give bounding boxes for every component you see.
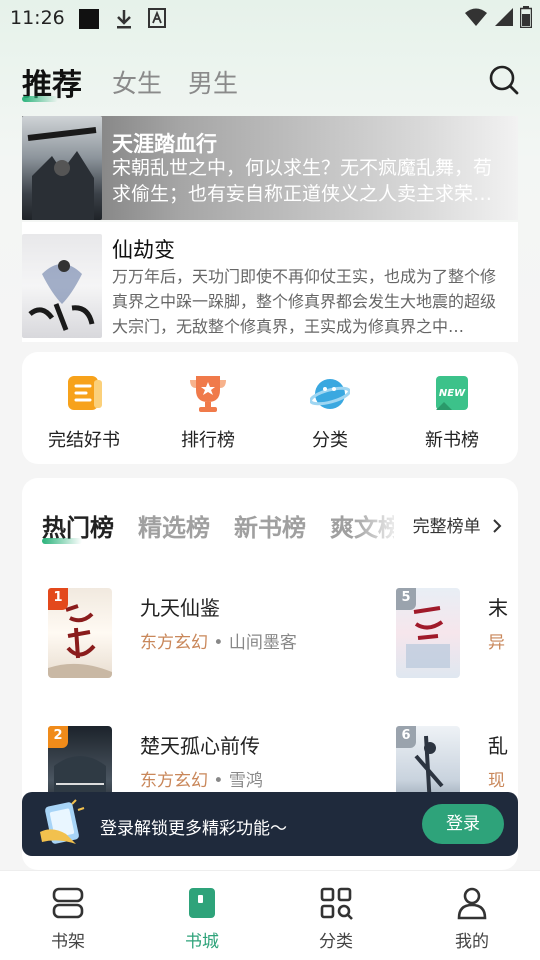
trophy-icon (188, 374, 228, 414)
book-cover (22, 116, 102, 220)
bottom-navigation: 书架 书城 分类 我的 (0, 870, 540, 960)
quick-link-label: 排行榜 (181, 430, 235, 451)
book-meta: 异 (488, 628, 505, 653)
active-tab-indicator (22, 96, 58, 102)
book-genre: 现 (488, 771, 505, 791)
profile-icon (454, 885, 490, 921)
ranking-book[interactable]: 1 九天仙鉴 东方玄幻 • 山间墨客 (48, 588, 348, 678)
login-banner: 登录解锁更多精彩功能～ 登录 (22, 792, 518, 856)
book-title: 乱 (488, 734, 508, 758)
chevron-right-icon (493, 519, 502, 533)
quick-link-label: 分类 (312, 430, 348, 451)
rank-tab-selected[interactable]: 精选榜 (138, 508, 210, 543)
tab-female[interactable]: 女生 (112, 64, 162, 100)
book-title: 天涯踏血行 (112, 132, 217, 156)
book-title: 楚天孤心前传 (140, 734, 260, 758)
quick-link-new-books[interactable]: NEW 新书榜 (392, 374, 512, 452)
book-description: 宋朝乱世之中，何以求生？无不疯魔乱舞，苟求偷生；也有妄自称正道侠义之人卖主求荣… (112, 157, 493, 205)
nav-label: 分类 (319, 932, 353, 952)
nav-category[interactable]: 分类 (296, 885, 376, 952)
cell-signal-icon (494, 7, 514, 31)
book-meta: 现 (488, 766, 505, 791)
rank-badge: 2 (48, 726, 68, 748)
nav-label: 书架 (51, 932, 85, 952)
book-cover (22, 234, 102, 338)
book-genre: 东方玄幻 (140, 633, 208, 653)
book-title: 仙劫变 (112, 238, 175, 262)
book-description: 万万年后，天功门即使不再仰仗王实，也成为了整个修真界之中跺一跺脚，整个修真界都会… (112, 267, 497, 336)
nav-bookshelf[interactable]: 书架 (28, 885, 108, 952)
search-icon (489, 65, 519, 95)
rank-badge: 1 (48, 588, 68, 610)
quick-link-label: 完结好书 (48, 430, 120, 451)
meta-separator: • (213, 633, 224, 653)
quick-link-ranking[interactable]: 排行榜 (148, 374, 268, 452)
new-badge-icon: NEW (432, 374, 472, 414)
status-bar: 11:26 (0, 0, 540, 36)
login-banner-text: 登录解锁更多精彩功能～ (100, 819, 287, 839)
bookshelf-icon (50, 885, 86, 921)
bookstore-icon (184, 885, 220, 921)
rank-badge: 5 (396, 588, 416, 610)
book-meta: 东方玄幻 • 雪鸿 (140, 766, 263, 791)
meta-separator: • (213, 771, 224, 791)
category-grid-icon (318, 885, 354, 921)
featured-book-card[interactable]: 天涯踏血行 宋朝乱世之中，何以求生？无不疯魔乱舞，苟求偷生；也有妄自称正道侠义之… (22, 116, 518, 220)
quick-link-label: 新书榜 (425, 430, 479, 451)
book-tablet-icon (36, 798, 88, 850)
download-icon (114, 8, 134, 34)
nav-profile[interactable]: 我的 (432, 885, 512, 952)
quick-link-finished[interactable]: 完结好书 (24, 374, 144, 452)
wifi-icon (464, 7, 488, 31)
quick-links-card: 完结好书 排行榜 分类 NEW 新书榜 (22, 352, 518, 464)
book-genre: 异 (488, 633, 505, 653)
book-genre: 东方玄幻 (140, 771, 208, 791)
finished-books-icon (64, 374, 104, 414)
ranking-book[interactable]: 5 末 异 (396, 588, 518, 678)
status-time: 11:26 (10, 7, 65, 29)
new-badge-text: NEW (439, 388, 466, 399)
full-list-link[interactable]: 完整榜单 (413, 512, 502, 537)
book-title: 末 (488, 596, 508, 620)
tab-male[interactable]: 男生 (188, 64, 238, 100)
active-rank-tab-indicator (42, 538, 82, 544)
planet-icon (309, 374, 351, 414)
quick-link-category[interactable]: 分类 (270, 374, 390, 452)
battery-icon (519, 6, 533, 32)
full-list-label: 完整榜单 (412, 517, 481, 537)
top-navigation: 推荐 女生 男生 (0, 56, 540, 106)
search-button[interactable] (488, 64, 520, 96)
rank-tab-new[interactable]: 新书榜 (234, 508, 306, 543)
login-button[interactable]: 登录 (422, 804, 504, 844)
book-meta: 东方玄幻 • 山间墨客 (140, 628, 297, 653)
notification-square-icon (78, 8, 100, 34)
book-card[interactable]: 仙劫变 万万年后，天功门即使不再仰仗王实，也成为了整个修真界之中跺一跺脚，整个修… (22, 222, 518, 342)
rank-badge: 6 (396, 726, 416, 748)
nav-bookstore[interactable]: 书城 (162, 885, 242, 952)
book-title: 九天仙鉴 (140, 596, 220, 620)
tab-fade (352, 498, 406, 548)
nav-label: 我的 (455, 932, 489, 952)
font-a-icon (148, 8, 166, 32)
book-author: 雪鸿 (228, 771, 263, 791)
nav-label: 书城 (185, 932, 219, 952)
book-author: 山间墨客 (228, 633, 297, 653)
